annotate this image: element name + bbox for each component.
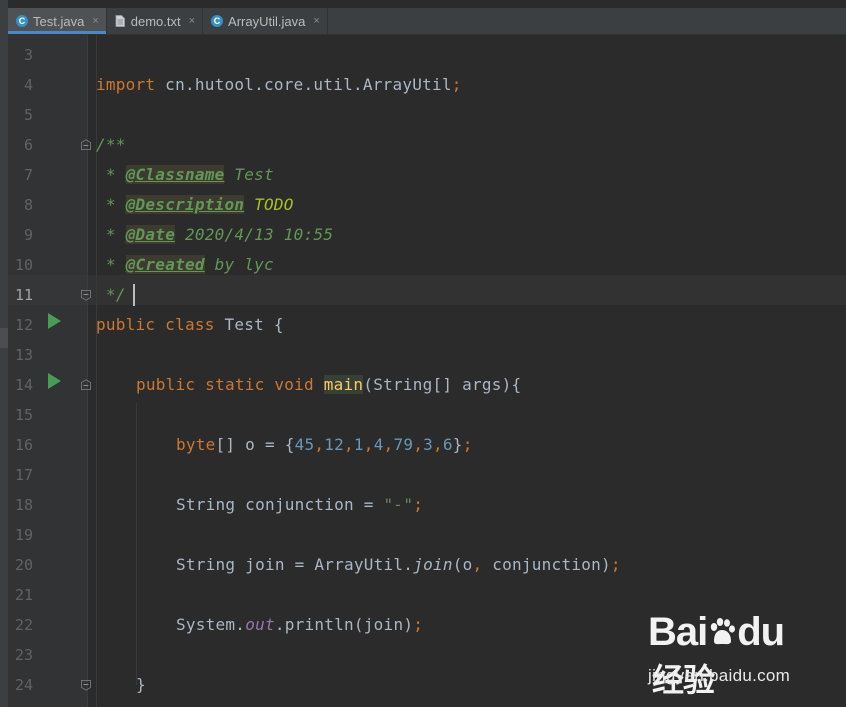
fold-minus-icon[interactable]: [80, 379, 92, 391]
line-number: 5: [23, 106, 33, 124]
code-line-18: 18 String conjunction = "-";: [8, 490, 846, 520]
line-number: 13: [14, 346, 33, 364]
line-number: 18: [14, 496, 33, 514]
method-closing-brace: }: [136, 675, 146, 694]
code-editor[interactable]: 3 4 import cn.hutool.core.util.ArrayUtil…: [8, 35, 846, 707]
watermark-url: jingyan.baidu.com: [648, 666, 791, 685]
tool-window-strip: [0, 0, 8, 707]
line-number: 7: [23, 166, 33, 184]
code-line-15: 15: [8, 400, 846, 430]
line-number: 4: [23, 76, 33, 94]
code-line-8: 8 * @Description TODO: [8, 190, 846, 220]
code-line-4: 4 import cn.hutool.core.util.ArrayUtil;: [8, 70, 846, 100]
doc-comment-start: /**: [96, 135, 126, 154]
text-caret: [133, 284, 135, 306]
baidu-logo: Bai du经验: [648, 610, 785, 698]
line-number: 9: [23, 226, 33, 244]
run-icon[interactable]: [48, 373, 61, 389]
code-line-10: 10 * @Created by lyc: [8, 250, 846, 280]
conjunction-declaration: String conjunction = "-";: [176, 495, 424, 514]
line-number: 15: [14, 406, 33, 424]
code-line-12: 12 public class Test {: [8, 310, 846, 340]
code-line-20: 20 String join = ArrayUtil.join(o, conju…: [8, 550, 846, 580]
java-class-icon: C: [211, 15, 224, 27]
code-line-19: 19: [8, 520, 846, 550]
line-number: 23: [14, 646, 33, 664]
doc-description: * @Description TODO: [96, 195, 294, 214]
line-number: 22: [14, 616, 33, 634]
line-number: 16: [14, 436, 33, 454]
fold-minus-icon[interactable]: [80, 679, 92, 691]
doc-classname: * @Classname Test: [96, 165, 274, 184]
code-line-14: 14 public static void main(String[] args…: [8, 370, 846, 400]
tool-window-marker[interactable]: [0, 328, 8, 348]
line-number: 3: [23, 46, 33, 64]
doc-created: * @Created by lyc: [96, 255, 274, 274]
line-number: 21: [14, 586, 33, 604]
code-line-5: 5: [8, 100, 846, 130]
byte-array-declaration: byte[] o = {45,12,1,4,79,3,6};: [176, 435, 473, 454]
line-number: 11: [14, 286, 33, 304]
code-line-21: 21: [8, 580, 846, 610]
fold-minus-icon[interactable]: [80, 289, 92, 301]
code-line-17: 17: [8, 460, 846, 490]
code-line-7: 7 * @Classname Test: [8, 160, 846, 190]
close-icon[interactable]: ×: [92, 15, 98, 27]
close-icon[interactable]: ×: [189, 15, 195, 27]
tab-demo-txt[interactable]: demo.txt ×: [107, 8, 204, 34]
code-line-6: 6 /**: [8, 130, 846, 160]
line-number: 19: [14, 526, 33, 544]
line-number: 20: [14, 556, 33, 574]
line-number: 12: [14, 316, 33, 334]
paw-icon: [711, 618, 736, 645]
line-number: 17: [14, 466, 33, 484]
import-statement: import cn.hutool.core.util.ArrayUtil;: [96, 75, 462, 94]
line-number: 6: [23, 136, 33, 154]
fold-minus-icon[interactable]: [80, 139, 92, 151]
tab-label: demo.txt: [130, 13, 181, 29]
tab-label: ArrayUtil.java: [228, 13, 306, 29]
println-statement: System.out.println(join);: [176, 615, 424, 634]
join-declaration: String join = ArrayUtil.join(o, conjunct…: [176, 555, 621, 574]
class-declaration: public class Test {: [96, 315, 284, 334]
line-number: 8: [23, 196, 33, 214]
line-number: 14: [14, 376, 33, 394]
run-icon[interactable]: [48, 313, 61, 329]
code-line-13: 13: [8, 340, 846, 370]
doc-comment-end: */: [96, 285, 126, 304]
text-file-icon: [115, 15, 125, 27]
baidu-watermark: Bai du经验 jingyan.baidu.com: [648, 610, 808, 698]
code-line-3: 3: [8, 40, 846, 70]
editor-tab-bar: C Test.java × demo.txt × C ArrayUtil.jav…: [8, 8, 846, 35]
code-line-9: 9 * @Date 2020/4/13 10:55: [8, 220, 846, 250]
tab-label: Test.java: [33, 13, 85, 29]
doc-date: * @Date 2020/4/13 10:55: [96, 225, 334, 244]
line-number: 24: [14, 676, 33, 694]
line-number: 10: [14, 256, 33, 274]
code-line-16: 16 byte[] o = {45,12,1,4,79,3,6};: [8, 430, 846, 460]
tab-test-java[interactable]: C Test.java ×: [8, 8, 107, 34]
tab-arrayutil-java[interactable]: C ArrayUtil.java ×: [203, 8, 328, 34]
main-method-declaration: public static void main(String[] args){: [136, 375, 522, 394]
java-class-icon: C: [16, 15, 28, 27]
close-icon[interactable]: ×: [313, 15, 319, 27]
